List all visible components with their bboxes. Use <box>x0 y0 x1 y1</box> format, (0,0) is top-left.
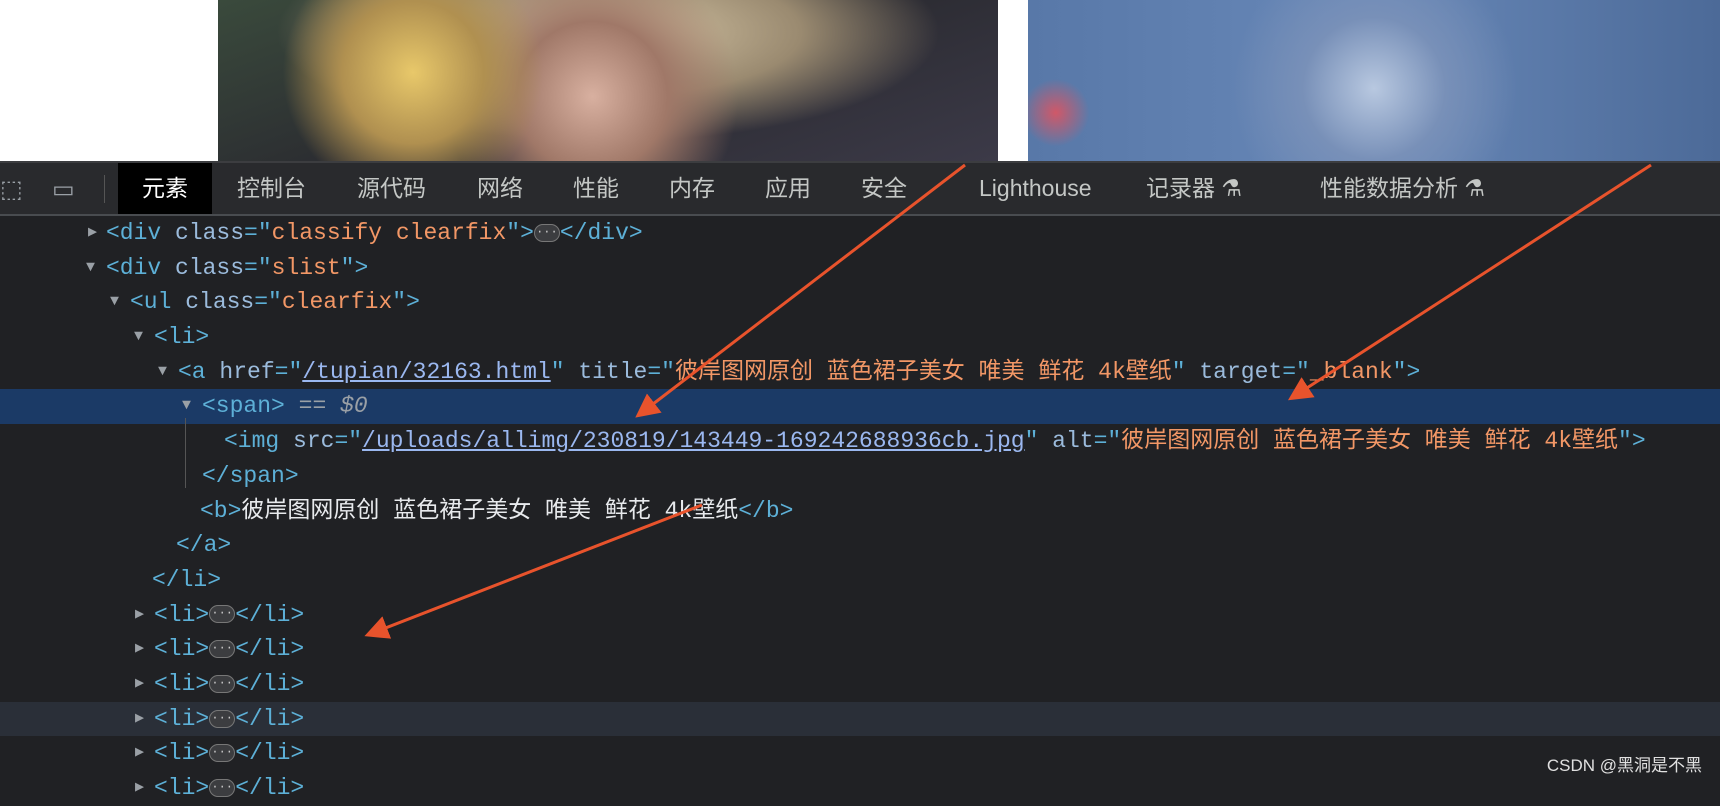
annotation-arrows <box>364 163 1652 639</box>
annotation-arrow <box>364 503 703 639</box>
annotation-arrow <box>635 163 966 418</box>
watermark: CSDN @黑洞是不黑 <box>1546 756 1702 775</box>
annotation-arrow <box>1287 163 1652 401</box>
